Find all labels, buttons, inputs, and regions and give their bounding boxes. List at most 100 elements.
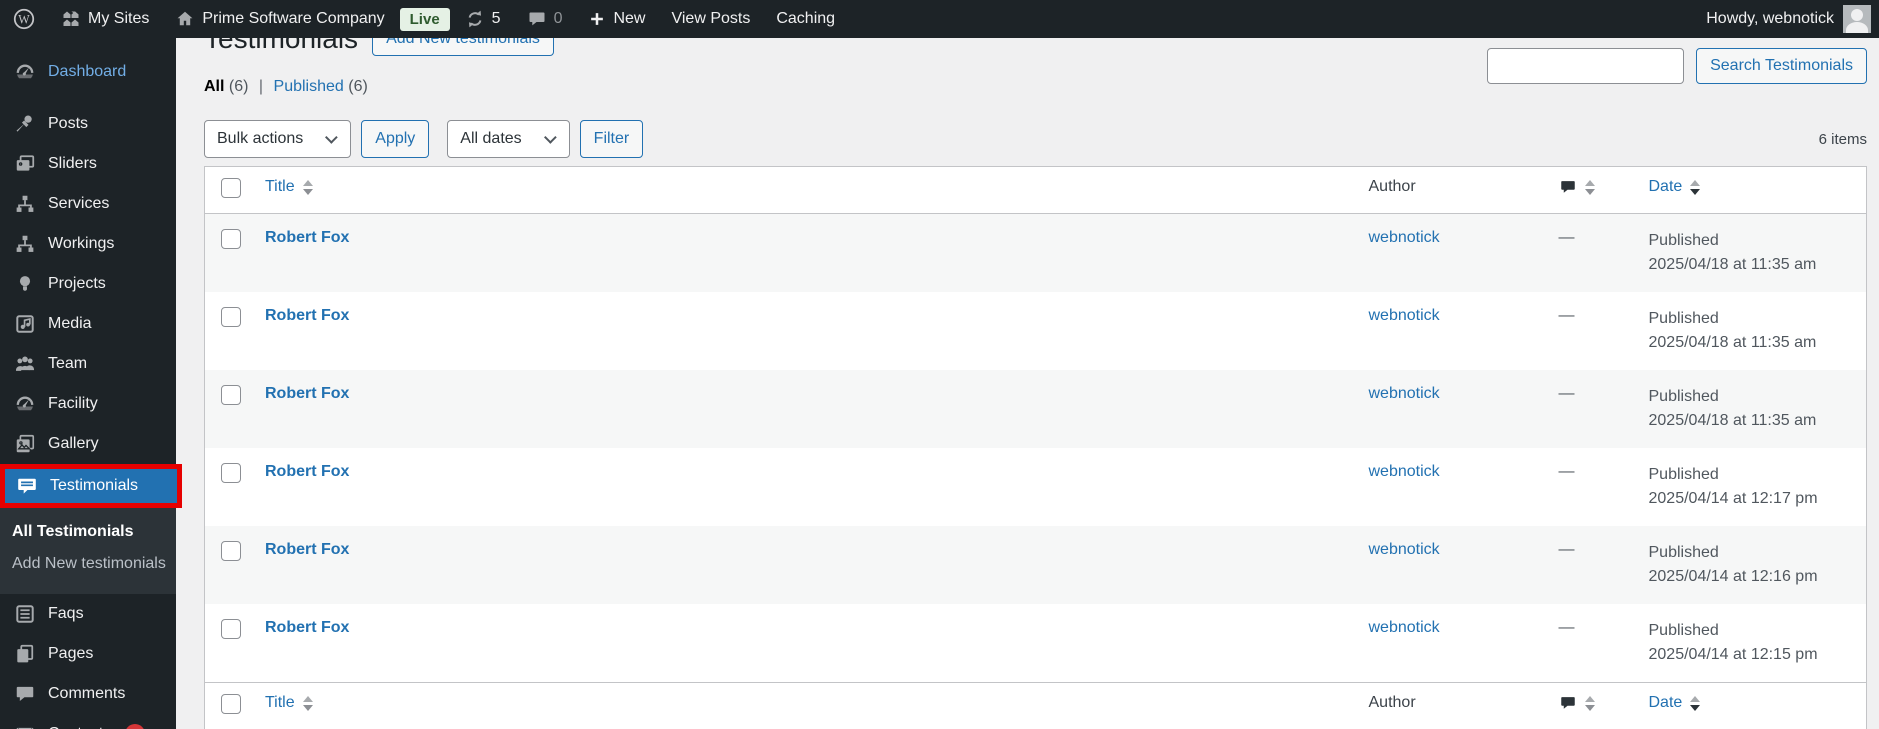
sidebar-item-dashboard[interactable]: Dashboard (0, 52, 176, 92)
home-icon (175, 9, 195, 29)
sort-arrows-icon (1584, 695, 1595, 711)
updates-menu[interactable]: 5 (452, 0, 514, 38)
row-status: Published (1648, 388, 1719, 405)
select-all-checkbox[interactable] (221, 178, 241, 198)
sidebar-item-media[interactable]: Media (0, 304, 176, 344)
tablenav-top: Bulk actions Apply All dates Filter 6 it… (204, 120, 1867, 158)
sidebar-item-team[interactable]: Team (0, 344, 176, 384)
row-checkbox[interactable] (221, 385, 241, 405)
sort-arrows-icon (1584, 179, 1595, 195)
sidebar-item-workings[interactable]: Workings (0, 224, 176, 264)
avatar (1843, 5, 1871, 33)
comments-menu[interactable]: 0 (514, 0, 576, 38)
notification-badge: 1 (125, 724, 146, 729)
sort-by-title[interactable]: Title (265, 178, 313, 196)
site-menu[interactable]: Prime Software Company (162, 0, 397, 38)
row-title-link[interactable]: Robert Fox (265, 463, 349, 480)
sidebar-item-projects[interactable]: Projects (0, 264, 176, 304)
row-checkbox[interactable] (221, 619, 241, 639)
groups-icon (14, 353, 36, 375)
admin-sidebar: Dashboard Posts Sliders Services Workings Pro… (0, 38, 182, 729)
gallery-icon (14, 433, 36, 455)
sort-by-comments[interactable] (1559, 694, 1595, 712)
row-comments: — (1558, 541, 1575, 558)
sidebar-item-label: Comments (48, 685, 126, 702)
search-box: Search Testimonials (1487, 48, 1867, 84)
admin-bar: W My Sites Prime Software Company Live 5… (0, 0, 1879, 38)
sort-by-comments[interactable] (1559, 178, 1595, 196)
pages-icon (14, 643, 36, 665)
sidebar-item-gallery[interactable]: Gallery (0, 424, 176, 464)
search-testimonials-button[interactable]: Search Testimonials (1696, 48, 1867, 84)
date-filter-select[interactable]: All dates (447, 120, 570, 158)
sort-by-title[interactable]: Title (265, 694, 313, 712)
my-sites-label: My Sites (88, 10, 150, 27)
sidebar-item-faqs[interactable]: Faqs (0, 594, 176, 634)
sidebar-item-pages[interactable]: Pages (0, 634, 176, 674)
sort-arrows-icon (302, 179, 313, 195)
search-input[interactable] (1487, 48, 1685, 84)
view-posts-label: View Posts (671, 10, 751, 27)
row-title-link[interactable]: Robert Fox (265, 541, 349, 558)
row-author-link[interactable]: webnotick (1369, 385, 1440, 402)
items-count: 6 items (1818, 130, 1867, 148)
row-author-link[interactable]: webnotick (1369, 229, 1440, 246)
sidebar-item-sliders[interactable]: Sliders (0, 144, 176, 184)
row-author-link[interactable]: webnotick (1369, 307, 1440, 324)
sort-by-date[interactable]: Date (1649, 178, 1701, 196)
row-author-link[interactable]: webnotick (1369, 541, 1440, 558)
row-checkbox[interactable] (221, 541, 241, 561)
row-title-link[interactable]: Robert Fox (265, 385, 349, 402)
sidebar-item-facility[interactable]: Facility (0, 384, 176, 424)
wordpress-logo[interactable]: W (0, 0, 48, 38)
account-menu[interactable]: Howdy, webnotick (1693, 0, 1879, 38)
row-author-link[interactable]: webnotick (1369, 463, 1440, 480)
main-content: Screen Options ▼ Testimonials Add New te… (176, 0, 1879, 729)
testimonials-table: Title Author Date Robert Fox webnotick —… (204, 166, 1867, 729)
apply-button[interactable]: Apply (361, 120, 430, 158)
sidebar-item-contact[interactable]: Contact 1 (0, 714, 176, 729)
sidebar-subitem-add-new-testimonials[interactable]: Add New testimonials (0, 548, 176, 580)
email-icon (14, 723, 36, 729)
caching-label: Caching (776, 10, 836, 27)
dashboard-gauge-icon (14, 61, 36, 83)
view-posts-menu[interactable]: View Posts (658, 0, 763, 38)
row-checkbox[interactable] (221, 463, 241, 483)
sidebar-subitem-all-testimonials[interactable]: All Testimonials (0, 516, 176, 548)
networking-icon (14, 193, 36, 215)
row-checkbox[interactable] (221, 307, 241, 327)
sidebar-item-label: Sliders (48, 155, 97, 172)
row-status: Published (1648, 466, 1719, 483)
row-title-link[interactable]: Robert Fox (265, 229, 349, 246)
sidebar-item-label: Dashboard (48, 63, 127, 80)
svg-text:W: W (18, 12, 30, 26)
select-all-checkbox[interactable] (221, 694, 241, 714)
table-row: Robert Fox webnotick — Published 2025/04/… (204, 370, 1867, 448)
new-content-menu[interactable]: New (575, 0, 658, 38)
sort-by-date[interactable]: Date (1649, 694, 1701, 712)
sidebar-item-services[interactable]: Services (0, 184, 176, 224)
sidebar-item-comments[interactable]: Comments (0, 674, 176, 714)
sidebar-item-posts[interactable]: Posts (0, 104, 176, 144)
row-comments: — (1558, 307, 1575, 324)
bulk-actions-select[interactable]: Bulk actions (204, 120, 352, 158)
view-filter-all[interactable]: All (204, 78, 224, 95)
sidebar-item-label: Team (48, 355, 88, 372)
sort-arrows-icon (302, 695, 313, 711)
row-status: Published (1648, 544, 1719, 561)
slides-icon (14, 153, 36, 175)
sort-arrows-icon (1690, 179, 1701, 195)
row-checkbox[interactable] (221, 229, 241, 249)
chevron-down-icon (325, 130, 339, 144)
my-sites-menu[interactable]: My Sites (48, 0, 162, 38)
row-title-link[interactable]: Robert Fox (265, 307, 349, 324)
row-status: Published (1648, 232, 1719, 249)
view-filter-published[interactable]: Published (274, 78, 344, 95)
row-title-link[interactable]: Robert Fox (265, 619, 349, 636)
sidebar-item-testimonials[interactable]: Testimonials (0, 464, 182, 508)
row-comments: — (1558, 619, 1575, 636)
filter-button[interactable]: Filter (579, 120, 644, 158)
caching-menu[interactable]: Caching (763, 0, 848, 38)
row-comments: — (1558, 463, 1575, 480)
row-author-link[interactable]: webnotick (1369, 619, 1440, 636)
